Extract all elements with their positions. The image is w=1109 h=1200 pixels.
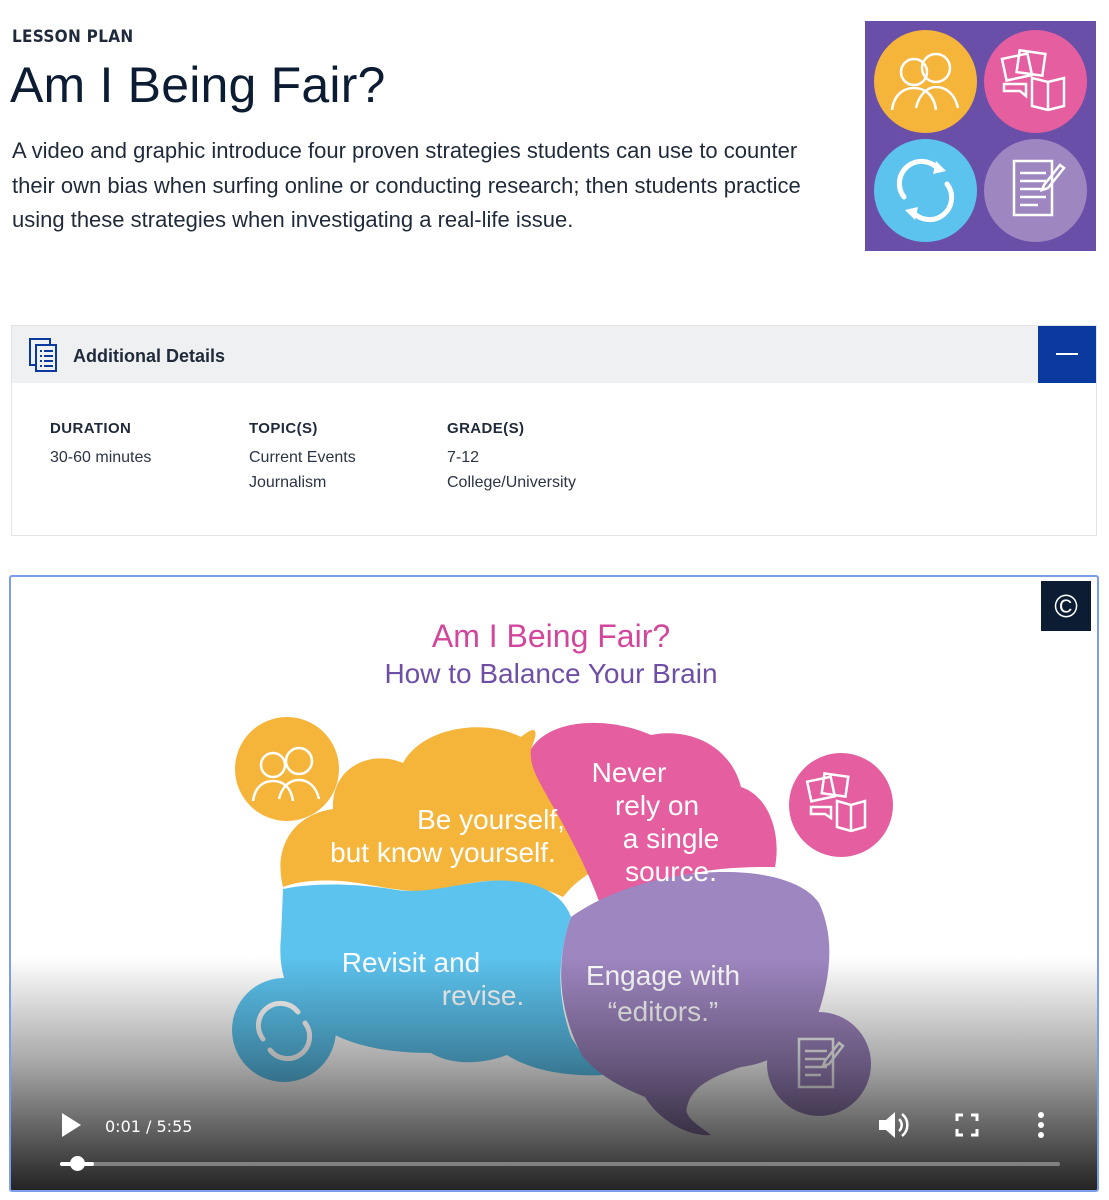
detail-value: 7-12 — [447, 449, 480, 466]
detail-value: 30-60 minutes — [50, 449, 152, 466]
lesson-eyebrow: LESSON PLAN — [12, 27, 134, 47]
bubble-pink-line-4: source. — [625, 856, 717, 887]
detail-label: GRADE(S) — [447, 420, 525, 437]
document-list-icon — [29, 338, 57, 372]
bubble-pink-line-2: rely on — [615, 790, 699, 821]
bubble-pink-line-3: a single — [623, 823, 720, 854]
bubble-blue-line-2: revise. — [442, 980, 524, 1011]
detail-value: Journalism — [249, 474, 327, 491]
grades-column: GRADE(S) 7-12 College/University — [447, 420, 576, 495]
bubble-pink-line-1: Never — [592, 757, 667, 788]
additional-details-panel: Additional Details DURATION 30-60 minute… — [11, 325, 1097, 536]
revise-icon — [232, 978, 336, 1082]
additional-details-title: Additional Details — [73, 346, 226, 366]
slide-subtitle: How to Balance Your Brain — [384, 658, 717, 689]
detail-label: DURATION — [50, 420, 132, 437]
slide-title: Am I Being Fair? — [432, 618, 670, 654]
video-player[interactable]: Am I Being Fair? How to Balance Your Bra… — [9, 575, 1099, 1192]
video-frame: Am I Being Fair? How to Balance Your Bra… — [232, 618, 893, 1136]
lesson-description: A video and graphic introduce four prove… — [12, 138, 801, 232]
play-icon[interactable] — [59, 1111, 83, 1139]
lesson-thumbnail — [865, 21, 1096, 251]
fullscreen-icon[interactable] — [955, 1113, 979, 1137]
bubble-purple-line-2: “editors.” — [608, 996, 718, 1027]
page-title: Am I Being Fair? — [10, 57, 386, 113]
people-icon — [235, 717, 339, 821]
collapse-button[interactable] — [1038, 326, 1096, 383]
detail-label: TOPIC(S) — [249, 420, 318, 437]
volume-icon[interactable] — [877, 1109, 911, 1141]
copyright-icon: © — [1054, 587, 1078, 624]
bubble-yellow-line-1: Be yourself, — [417, 804, 565, 835]
document-icon — [984, 139, 1087, 242]
sources-icon — [789, 753, 893, 857]
progress-track[interactable] — [60, 1162, 1060, 1166]
additional-details-header[interactable]: Additional Details — [12, 326, 1096, 383]
detail-value: College/University — [447, 474, 576, 491]
people-icon — [874, 30, 977, 133]
bubble-blue-line-1: Revisit and — [342, 947, 481, 978]
topics-column: TOPIC(S) Current Events Journalism — [249, 420, 356, 495]
revise-icon — [874, 139, 977, 242]
detail-value: Current Events — [249, 449, 356, 466]
sources-icon — [984, 30, 1087, 133]
progress-handle[interactable] — [70, 1156, 85, 1171]
copyright-badge: © — [1041, 581, 1091, 631]
more-icon[interactable] — [1035, 1111, 1047, 1139]
document-icon — [767, 1012, 871, 1116]
minus-icon — [1056, 353, 1078, 355]
duration-column: DURATION 30-60 minutes — [50, 420, 151, 470]
time-display: 0:01 / 5:55 — [105, 1117, 193, 1136]
bubble-yellow-line-2: but know yourself. — [330, 837, 556, 868]
bubble-purple-line-1: Engage with — [586, 960, 740, 991]
